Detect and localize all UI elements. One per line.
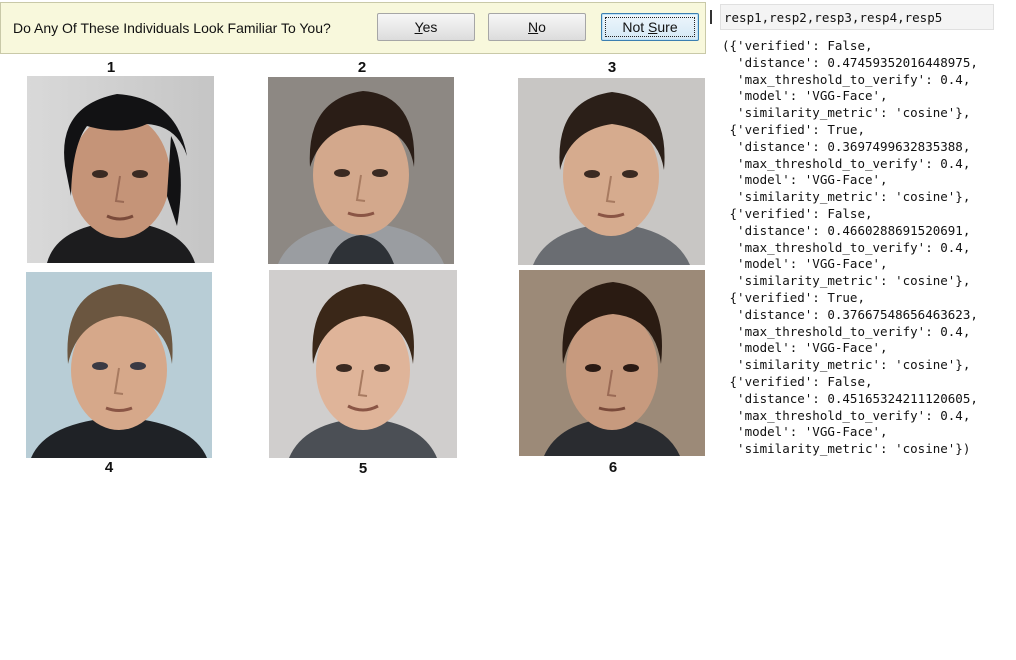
face-photo-icon[interactable]: [27, 76, 214, 263]
output-line: 'model': 'VGG-Face',: [722, 256, 888, 272]
prompt-question: Do Any Of These Individuals Look Familia…: [13, 20, 331, 36]
yes-label-rest: es: [422, 19, 438, 35]
output-line: 'distance': 0.4660288691520691,: [722, 222, 971, 238]
not-sure-button[interactable]: Not Sure: [601, 13, 699, 41]
output-line: 'similarity_metric': 'cosine'},: [722, 357, 971, 373]
output-line: 'max_threshold_to_verify': 0.4,: [722, 407, 971, 423]
output-line: 'model': 'VGG-Face',: [722, 424, 888, 440]
face-recognition-dialog: Do Any Of These Individuals Look Familia…: [0, 0, 708, 484]
face-photo-icon[interactable]: [268, 77, 454, 264]
output-line: {'verified': True,: [722, 289, 865, 305]
yes-button[interactable]: Yes: [377, 13, 475, 41]
face-number-5: 5: [358, 460, 368, 477]
notebook-console: resp1,resp2,resp3,resp4,resp5 ({'verifie…: [708, 0, 1016, 470]
output-line: {'verified': False,: [722, 205, 873, 221]
face-number-3: 3: [607, 59, 617, 76]
output-line: {'verified': True,: [722, 121, 865, 137]
output-line: 'model': 'VGG-Face',: [722, 172, 888, 188]
face-number-4: 4: [104, 459, 114, 476]
not-sure-mnemonic: S: [648, 19, 658, 35]
yes-mnemonic: Y: [414, 19, 423, 35]
output-line: 'max_threshold_to_verify': 0.4,: [722, 323, 971, 339]
text-cursor: [710, 10, 712, 24]
output-line: ({'verified': False,: [722, 38, 873, 53]
code-input-cell[interactable]: resp1,resp2,resp3,resp4,resp5: [720, 4, 994, 30]
face-photo-icon[interactable]: [26, 272, 212, 458]
no-mnemonic: N: [528, 19, 539, 35]
output-line: 'similarity_metric': 'cosine'}): [722, 441, 971, 457]
output-line: 'max_threshold_to_verify': 0.4,: [722, 71, 971, 87]
face-number-6: 6: [608, 459, 618, 476]
no-button[interactable]: No: [488, 13, 586, 41]
not-sure-label-pre: Not: [622, 19, 649, 35]
face-photo-icon[interactable]: [269, 270, 457, 458]
output-line: 'max_threshold_to_verify': 0.4,: [722, 155, 971, 171]
face-photo-icon[interactable]: [518, 78, 705, 265]
output-line: 'similarity_metric': 'cosine'},: [722, 273, 971, 289]
output-line: 'distance': 0.47459352016448975,: [722, 54, 978, 70]
output-line: 'model': 'VGG-Face',: [722, 340, 888, 356]
face-photo-icon[interactable]: [519, 270, 705, 456]
output-line: 'distance': 0.37667548656463623,: [722, 306, 978, 322]
prompt-bar: Do Any Of These Individuals Look Familia…: [0, 2, 706, 54]
output-line: 'model': 'VGG-Face',: [722, 88, 888, 104]
output-line: 'max_threshold_to_verify': 0.4,: [722, 239, 971, 255]
output-line: {'verified': False,: [722, 373, 873, 389]
not-sure-label-rest: ure: [657, 19, 678, 35]
no-label-rest: o: [538, 19, 546, 35]
face-number-1: 1: [106, 59, 116, 76]
output-line: 'distance': 0.45165324211120605,: [722, 390, 978, 406]
output-line: 'similarity_metric': 'cosine'},: [722, 189, 971, 205]
output-line: 'similarity_metric': 'cosine'},: [722, 105, 971, 121]
output-line: 'distance': 0.3697499632835388,: [722, 138, 971, 154]
face-number-2: 2: [357, 59, 367, 76]
code-output: ({'verified': False, 'distance': 0.47459…: [722, 38, 978, 458]
